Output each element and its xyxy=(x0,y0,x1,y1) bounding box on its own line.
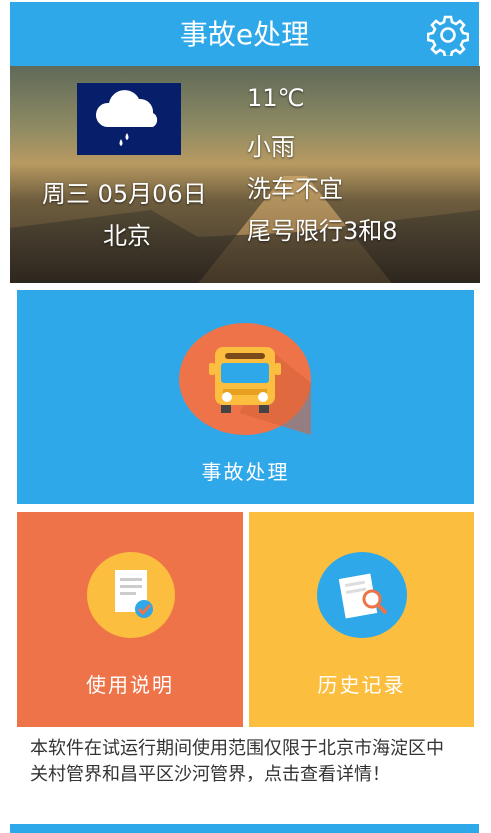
app-header: 事故e处理 xyxy=(10,2,479,66)
document-search-icon xyxy=(317,552,407,638)
bus-icon xyxy=(179,323,311,435)
temperature: 11℃ xyxy=(247,84,305,112)
landscape-background xyxy=(10,210,480,283)
page-title: 事故e处理 xyxy=(179,18,310,51)
accident-handling-label: 事故处理 xyxy=(201,460,290,484)
user-manual-tile[interactable]: 使用说明 xyxy=(17,512,243,727)
usage-notice[interactable]: 本软件在试运行期间使用范围仅限于北京市海淀区中关村管界和昌平区沙河管界，点击查看… xyxy=(30,736,460,788)
user-manual-label: 使用说明 xyxy=(86,673,174,697)
plate-restriction: 尾号限行3和8 xyxy=(247,217,398,245)
date-label: 周三 05月06日 xyxy=(42,180,207,208)
document-check-icon xyxy=(87,552,175,638)
weather-condition: 小雨 xyxy=(247,133,295,161)
accident-handling-tile[interactable]: 事故处理 xyxy=(17,290,474,504)
rain-cloud-icon xyxy=(77,83,181,155)
bottom-bar xyxy=(10,824,479,833)
car-wash-index: 洗车不宜 xyxy=(247,175,343,203)
weather-banner: 11℃ 小雨 洗车不宜 周三 05月06日 尾号限行3和8 北京 xyxy=(10,66,480,283)
city-label: 北京 xyxy=(103,222,151,250)
history-label: 历史记录 xyxy=(317,673,406,697)
gear-icon[interactable] xyxy=(426,14,470,59)
history-tile[interactable]: 历史记录 xyxy=(249,512,474,727)
